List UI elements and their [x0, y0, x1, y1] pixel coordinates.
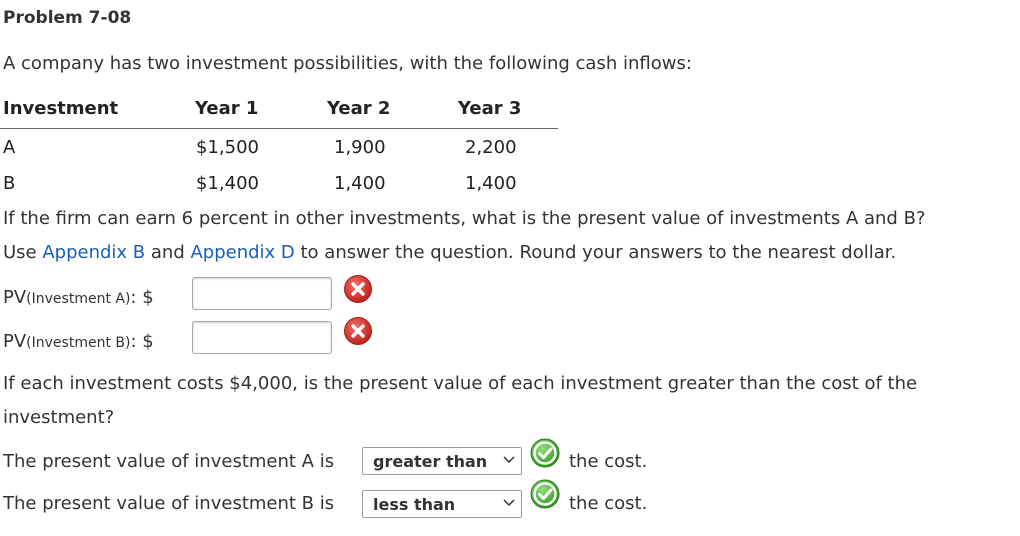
- pv-a-input[interactable]: [192, 277, 332, 310]
- pv-a-label: PV(Investment A): $: [3, 287, 154, 308]
- and-text: and: [145, 242, 191, 263]
- chevron-down-icon: [503, 499, 515, 507]
- row-b-investment: B: [3, 173, 16, 194]
- correct-check-icon: [530, 438, 560, 468]
- answer-a-select[interactable]: greater than: [362, 447, 522, 475]
- answer-a-selected: greater than: [373, 452, 488, 471]
- row-a-year-3: 2,200: [465, 137, 517, 158]
- row-a-investment: A: [3, 137, 16, 158]
- appendix-d-link[interactable]: Appendix D: [190, 242, 294, 263]
- question-1-text: If the firm can earn 6 percent in other …: [3, 208, 926, 229]
- incorrect-x-icon: [344, 275, 372, 303]
- table-header-divider: [0, 128, 558, 129]
- answer-a-suffix: the cost.: [569, 451, 648, 472]
- header-year-2: Year 2: [327, 98, 391, 119]
- instruction-suffix: to answer the question. Round your answe…: [294, 242, 897, 263]
- header-investment: Investment: [3, 98, 119, 119]
- answer-b-select[interactable]: less than: [362, 490, 522, 518]
- problem-intro: A company has two investment possibiliti…: [3, 53, 692, 74]
- appendix-b-link[interactable]: Appendix B: [42, 242, 145, 263]
- correct-check-icon: [530, 479, 560, 509]
- row-b-year-3: 1,400: [465, 173, 517, 194]
- answer-b-suffix: the cost.: [569, 493, 648, 514]
- row-b-year-2: 1,400: [334, 173, 386, 194]
- use-prefix: Use: [3, 242, 43, 263]
- problem-title: Problem 7-08: [3, 8, 132, 28]
- chevron-down-icon: [503, 456, 515, 464]
- pv-b-input[interactable]: [192, 321, 332, 354]
- question-2-line-2: investment?: [3, 407, 115, 428]
- row-a-year-2: 1,900: [334, 137, 386, 158]
- question-2-line-1: If each investment costs $4,000, is the …: [3, 373, 918, 394]
- appendix-instructions: Use Appendix B and Appendix D to answer …: [3, 242, 896, 263]
- answer-b-selected: less than: [373, 495, 456, 514]
- incorrect-x-icon: [344, 317, 372, 345]
- row-b-year-1: $1,400: [196, 173, 259, 194]
- answer-b-prefix: The present value of investment B is: [3, 493, 335, 514]
- header-year-1: Year 1: [195, 98, 259, 119]
- pv-b-label: PV(Investment B): $: [3, 331, 154, 352]
- header-year-3: Year 3: [458, 98, 522, 119]
- row-a-year-1: $1,500: [196, 137, 259, 158]
- answer-a-prefix: The present value of investment A is: [3, 451, 335, 472]
